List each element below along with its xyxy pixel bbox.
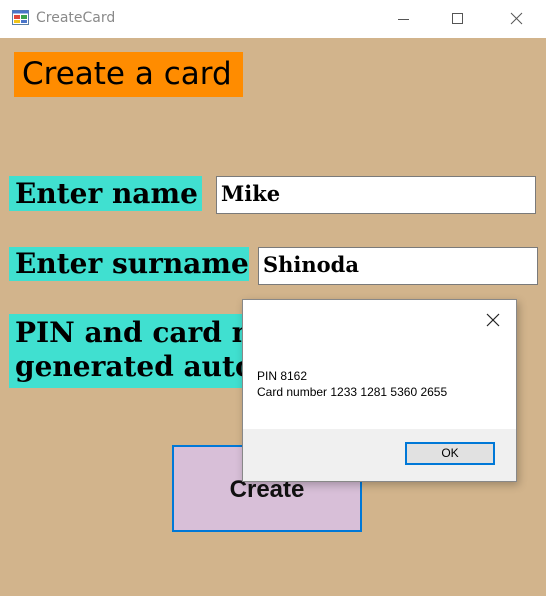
window-title: CreateCard: [36, 10, 116, 26]
minimize-icon: [398, 19, 409, 20]
close-icon: [510, 12, 523, 25]
close-icon: [486, 313, 500, 327]
pin-info-line2: generated autom: [15, 350, 245, 383]
dialog-pin-text: PIN 8162: [257, 369, 308, 383]
ok-button[interactable]: OK: [405, 442, 495, 465]
message-dialog: PIN 8162 Card number 1233 1281 5360 2655…: [242, 299, 517, 482]
close-button[interactable]: [493, 0, 539, 38]
surname-field[interactable]: Shinoda: [258, 247, 538, 285]
surname-label: Enter surname: [9, 247, 249, 281]
dialog-close-button[interactable]: [479, 306, 507, 334]
minimize-button[interactable]: [380, 0, 426, 38]
maximize-button[interactable]: [434, 0, 480, 38]
maximize-icon: [452, 13, 463, 24]
page-title: Create a card: [14, 52, 243, 97]
title-bar: CreateCard: [0, 0, 546, 38]
name-label: Enter name: [9, 176, 202, 211]
name-field[interactable]: Mike: [216, 176, 536, 214]
app-icon: [12, 10, 29, 25]
pin-info-line1: PIN and card n: [15, 316, 245, 349]
dialog-card-number-text: Card number 1233 1281 5360 2655: [257, 385, 448, 399]
dialog-footer: OK: [243, 429, 516, 481]
pin-info-label: PIN and card n generated autom: [9, 314, 245, 388]
